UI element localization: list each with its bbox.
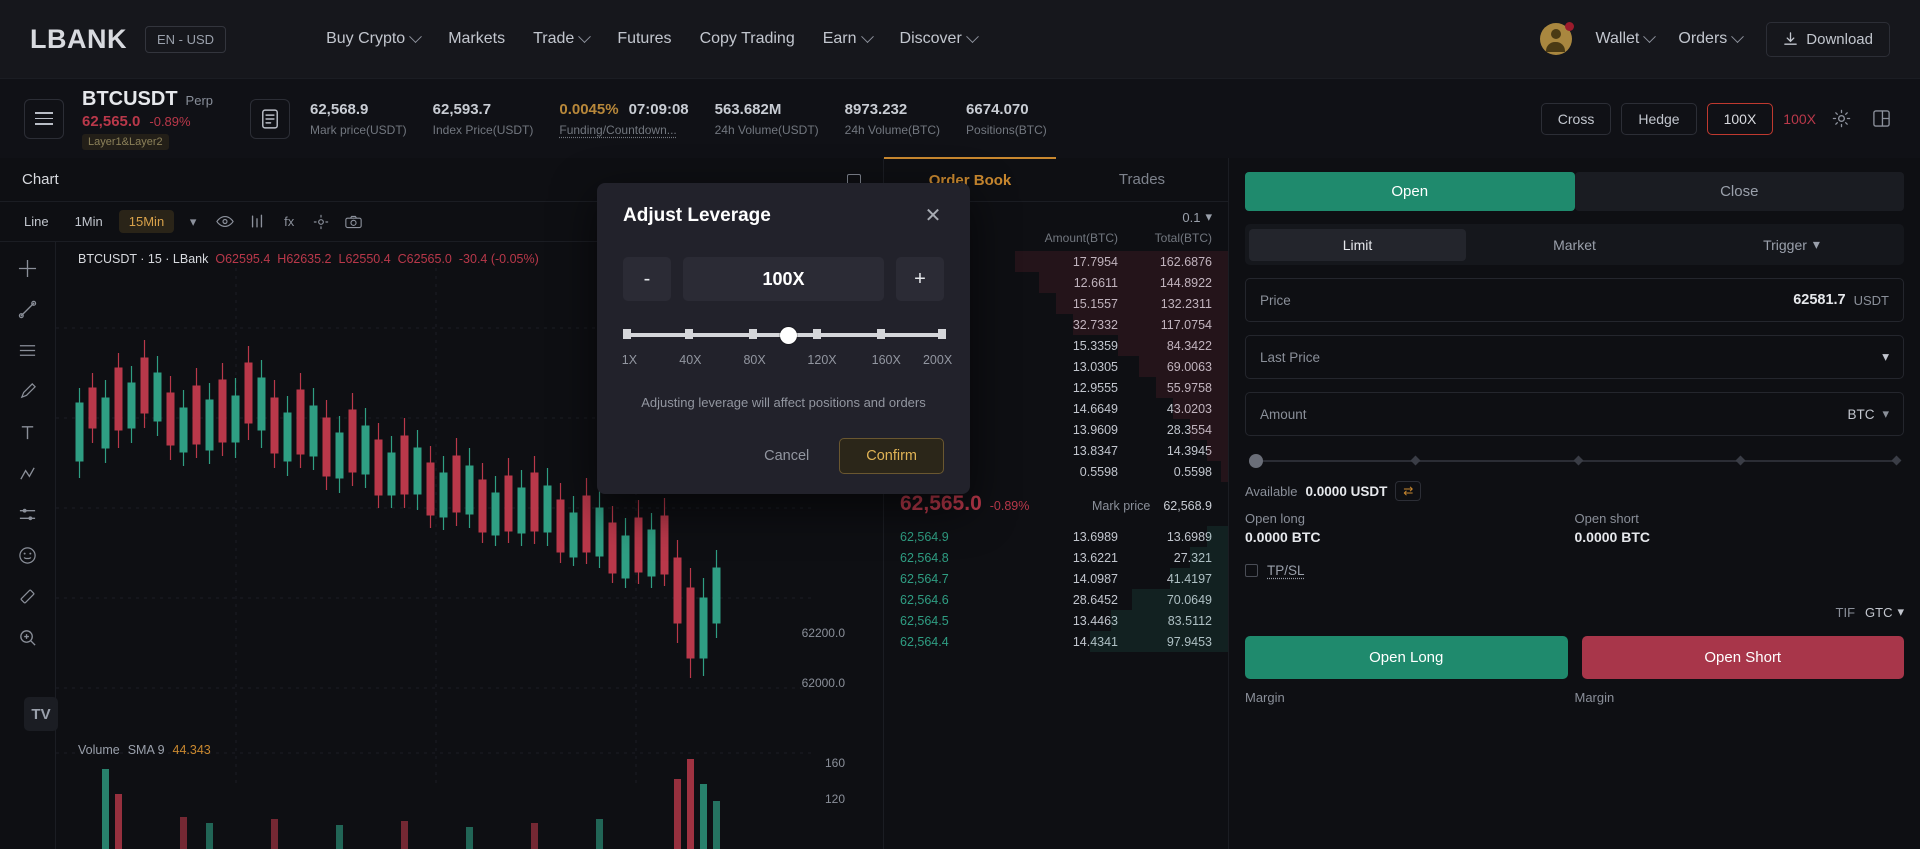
leverage-stepper: - 100X + [623,257,944,301]
leverage-slider-tick [684,329,693,339]
leverage-slider-knob[interactable] [780,327,798,344]
leverage-slider[interactable] [623,327,946,344]
leverage-slider-tick [937,329,946,339]
cancel-button[interactable]: Cancel [752,440,821,472]
tick-label: 1X [621,353,638,367]
tick-label: 120X [807,353,837,367]
tick-label: 40X [679,353,702,367]
leverage-decrement-button[interactable]: - [623,257,671,301]
confirm-button[interactable]: Confirm [839,438,944,474]
leverage-tick-labels: 1X 40X 80X 120X 160X 200X [621,353,952,371]
modal-title: Adjust Leverage [623,205,771,226]
leverage-value-display[interactable]: 100X [683,257,884,301]
trading-app: LBANK EN - USD Buy Crypto Markets Trade … [0,0,1920,849]
leverage-slider-tick [748,329,757,339]
adjust-leverage-modal: Adjust Leverage ✕ - 100X + 1X 40X 80X 12… [597,183,970,494]
leverage-warning-note: Adjusting leverage will affect positions… [641,395,926,410]
tick-label: 80X [743,353,766,367]
tick-label: 160X [871,353,901,367]
modal-header: Adjust Leverage ✕ [623,205,944,227]
tick-label: 200X [922,353,953,367]
leverage-slider-tick [813,329,822,339]
leverage-slider-tick [877,329,886,339]
modal-footer: Cancel Confirm [623,438,944,474]
leverage-increment-button[interactable]: + [896,257,944,301]
leverage-slider-tick [623,329,631,339]
close-icon[interactable]: ✕ [922,205,944,227]
